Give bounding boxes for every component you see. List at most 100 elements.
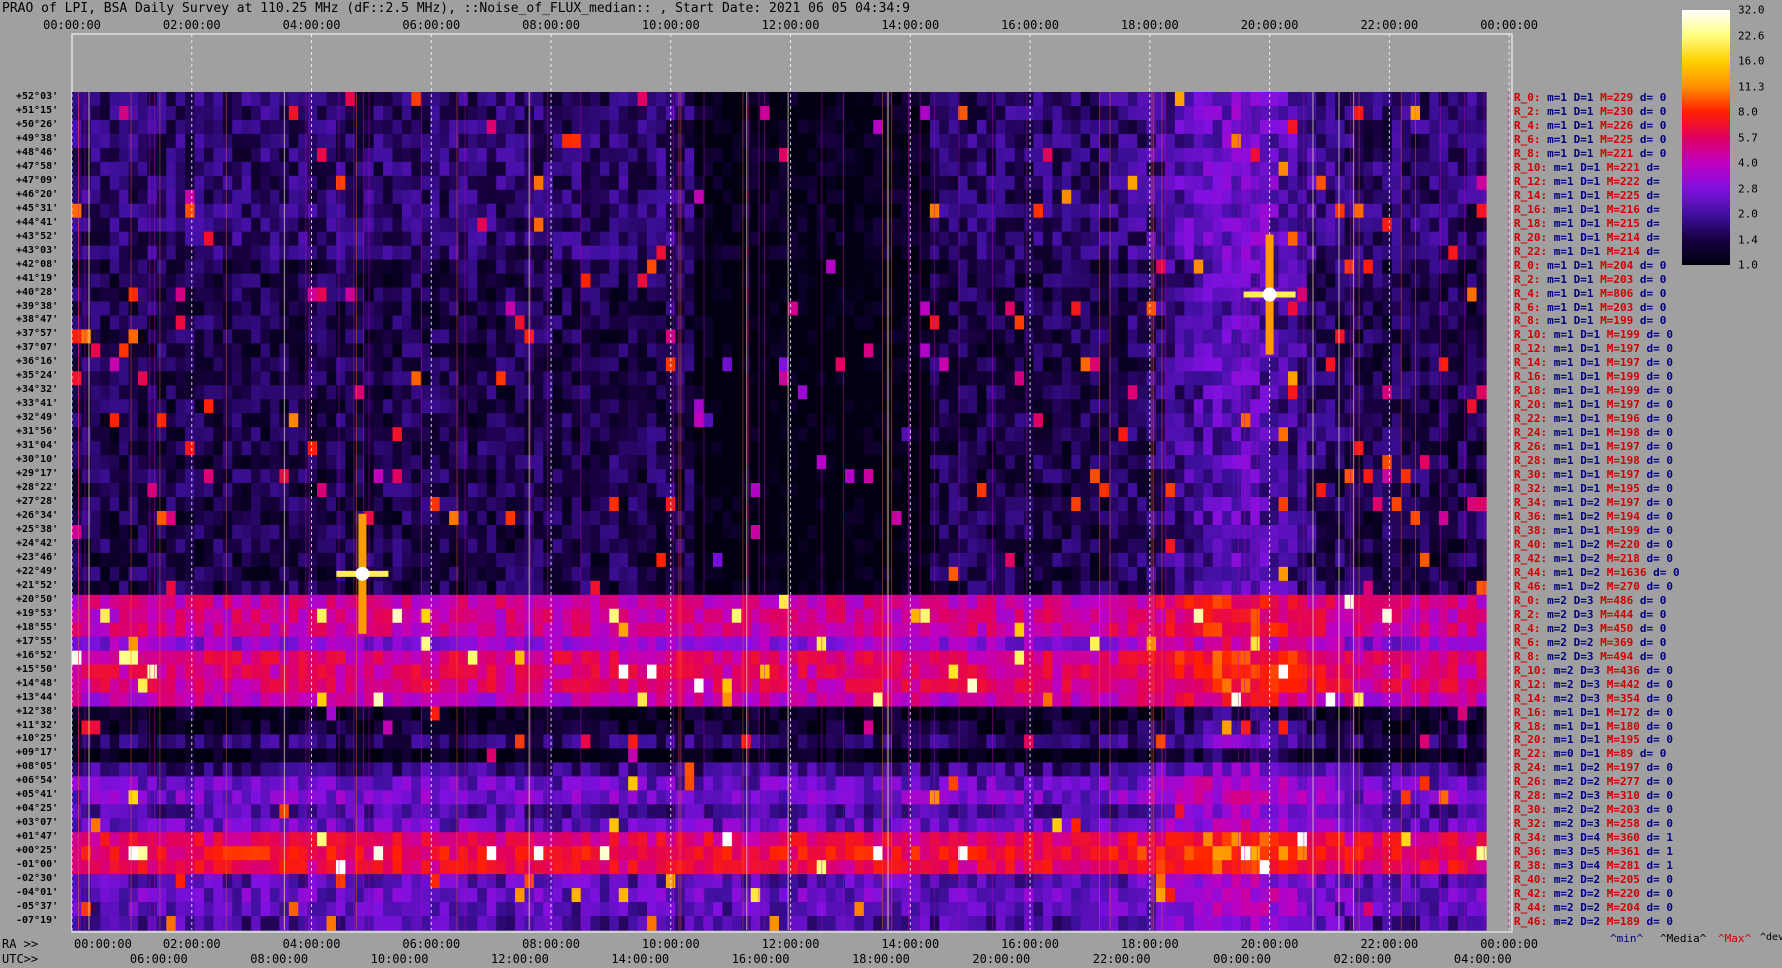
heatmap-cell (232, 441, 243, 456)
heatmap-cell (137, 343, 149, 358)
heatmap-cell (119, 259, 130, 275)
heatmap-cell (100, 119, 111, 135)
heatmap-cell (288, 329, 299, 344)
heatmap-cell (995, 105, 1006, 121)
heatmap-cell (1203, 105, 1214, 121)
heatmap-cell (873, 301, 884, 317)
heatmap-cell (986, 147, 997, 163)
heatmap-cell (769, 483, 780, 498)
heatmap-cell (1033, 119, 1044, 135)
heatmap-cell (496, 538, 507, 554)
heatmap-cell (863, 161, 874, 177)
heatmap-cell (873, 287, 884, 303)
heatmap-cell (958, 301, 969, 317)
heatmap-cell (647, 524, 658, 540)
heatmap-cell (72, 329, 83, 344)
heatmap-cell (1061, 329, 1072, 344)
heatmap-cell (156, 385, 167, 400)
heatmap-cell (1448, 399, 1459, 414)
heatmap-cell (1401, 259, 1412, 275)
heatmap-cell (769, 413, 780, 428)
heatmap-cell (1231, 301, 1242, 317)
heatmap-cell (1240, 413, 1251, 428)
heatmap-cell (581, 538, 592, 554)
heatmap-cell (760, 119, 771, 135)
heatmap-cell (637, 119, 648, 135)
heatmap-cell (269, 189, 280, 205)
heatmap-cell (694, 189, 705, 205)
heatmap-cell (929, 203, 940, 219)
heatmap-cell (109, 441, 120, 456)
heatmap-cell (1127, 203, 1138, 219)
heatmap-cell (1316, 133, 1327, 149)
heatmap-cell (1250, 231, 1261, 247)
heatmap-cell (288, 469, 299, 484)
heatmap-cell (1269, 147, 1280, 163)
heatmap-cell (1193, 455, 1204, 470)
heatmap-cell (420, 175, 431, 191)
heatmap-cell (1184, 441, 1195, 456)
heatmap-cell (222, 245, 233, 261)
heatmap-cell (684, 105, 695, 121)
heatmap-cell (467, 329, 478, 344)
heatmap-cell (1250, 105, 1261, 121)
heatmap-cell (486, 413, 497, 428)
heatmap-cell (665, 175, 676, 191)
heatmap-cell (185, 133, 196, 149)
heatmap-cell (241, 287, 252, 303)
heatmap-cell (929, 92, 940, 107)
heatmap-cell (807, 259, 818, 275)
heatmap-cell (185, 161, 196, 177)
heatmap-cell (665, 301, 676, 317)
heatmap-cell (760, 217, 771, 233)
heatmap-cell (1156, 469, 1167, 484)
heatmap-cell (713, 287, 724, 303)
heatmap-cell (826, 301, 837, 317)
heatmap-cell (420, 259, 431, 275)
heatmap-cell (166, 427, 177, 442)
heatmap-cell (119, 119, 130, 135)
heatmap-cell (1099, 455, 1110, 470)
heatmap-cell (1401, 217, 1412, 233)
heatmap-cell (383, 427, 394, 442)
heatmap-cell (1231, 161, 1242, 177)
heatmap-cell (995, 133, 1006, 149)
heatmap-cell (835, 469, 846, 484)
heatmap-cell (599, 329, 610, 344)
heatmap-cell (166, 217, 177, 233)
heatmap-cell (665, 259, 676, 275)
heatmap-cell (986, 273, 997, 289)
heatmap-cell (1005, 511, 1016, 526)
heatmap-cell (1042, 399, 1053, 414)
heatmap-cell (373, 203, 384, 219)
heatmap-cell (939, 357, 950, 372)
heatmap-cell (1165, 175, 1176, 191)
heatmap-cell (1005, 217, 1016, 233)
heatmap-cell (609, 441, 620, 456)
heatmap-cell (1391, 427, 1402, 442)
heatmap-cell (1184, 524, 1195, 540)
heatmap-cell (222, 133, 233, 149)
heatmap-cell (675, 175, 686, 191)
heatmap-cell (863, 203, 874, 219)
heatmap-cell (241, 413, 252, 428)
heatmap-cell (769, 538, 780, 554)
heatmap-cell (317, 483, 328, 498)
heatmap-cell (392, 343, 403, 358)
heatmap-cell (1212, 371, 1223, 386)
heatmap-cell (920, 287, 931, 303)
heatmap-cell (835, 413, 846, 428)
heatmap-cell (892, 441, 903, 456)
heatmap-cell (1288, 538, 1299, 554)
heatmap-cell (1222, 259, 1233, 275)
heatmap-cell (1325, 175, 1336, 191)
heatmap-cell (807, 231, 818, 247)
heatmap-cell (656, 217, 667, 233)
heatmap-cell (203, 371, 214, 386)
heatmap-cell (920, 231, 931, 247)
heatmap-cell (873, 133, 884, 149)
heatmap-cell (958, 273, 969, 289)
heatmap-cell (1222, 92, 1233, 107)
heatmap-cell (1401, 301, 1412, 317)
heatmap-cell (835, 427, 846, 442)
